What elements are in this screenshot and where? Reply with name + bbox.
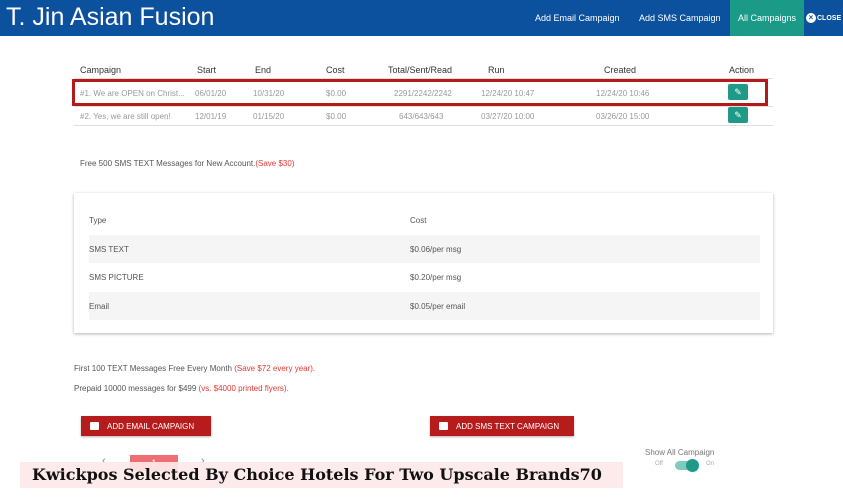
col-total-sent-read: Total/Sent/Read	[388, 65, 453, 75]
close-button[interactable]: × CLOSE	[806, 13, 841, 23]
button-label: ADD EMAIL CAMPAIGN	[107, 421, 195, 431]
nav-add-sms-campaign[interactable]: Add SMS Campaign	[639, 0, 721, 36]
mail-icon	[90, 422, 99, 430]
show-all-label: Show All Campaign	[645, 448, 715, 457]
button-label: ADD SMS TEXT CAMPAIGN	[456, 421, 560, 431]
cell-start: 12/01/19	[195, 112, 227, 121]
toggle-on-label: On	[706, 461, 715, 467]
pricing-row: SMS TEXT $0.06/per msg	[89, 235, 760, 263]
pricing-row: Email $0.05/per email	[89, 292, 760, 320]
nav-all-campaigns[interactable]: All Campaigns	[730, 0, 805, 36]
caption-banner: Kwickpos Selected By Choice Hotels For T…	[20, 462, 623, 488]
free-offer-text: Free 500 SMS TEXT Messages for New Accou…	[80, 159, 295, 168]
cell-created: 03/26/20 15:00	[596, 112, 650, 121]
page-title: T. Jin Asian Fusion	[6, 3, 215, 31]
pricing-header-cost: Cost	[410, 216, 427, 225]
col-run: Run	[488, 65, 505, 75]
highlight-box	[72, 79, 768, 106]
col-action: Action	[729, 65, 755, 75]
cell-cost: $0.00	[326, 112, 347, 121]
col-created: Created	[604, 65, 637, 75]
divider	[74, 125, 773, 126]
col-end: End	[255, 65, 272, 75]
edit-button[interactable]: ✎	[728, 107, 748, 123]
add-sms-campaign-button[interactable]: ADD SMS TEXT CAMPAIGN	[430, 416, 574, 436]
cell-tsr: 643/643/643	[399, 112, 444, 121]
pricing-header-type: Type	[89, 216, 107, 225]
monthly-offer-text: First 100 TEXT Messages Free Every Month…	[74, 364, 316, 373]
prepaid-offer-text: Prepaid 10000 messages for $499 (vs. $40…	[74, 384, 289, 393]
col-campaign: Campaign	[80, 65, 122, 75]
pricing-card: Type Cost SMS TEXT $0.06/per msg SMS PICTU…	[74, 193, 773, 333]
cell-campaign: #2. Yes, we are still open!	[80, 112, 171, 121]
cell-run: 03/27/20 10:00	[481, 112, 535, 121]
close-icon: ×	[806, 13, 816, 23]
show-all-toggle[interactable]	[675, 459, 699, 472]
message-icon	[439, 422, 448, 430]
cell-end: 01/15/20	[253, 112, 285, 121]
close-label: CLOSE	[817, 14, 842, 22]
add-email-campaign-button[interactable]: ADD EMAIL CAMPAIGN	[81, 416, 211, 436]
nav-add-email-campaign[interactable]: Add Email Campaign	[535, 0, 620, 36]
pencil-icon: ✎	[734, 110, 742, 120]
col-cost: Cost	[326, 65, 345, 75]
app-header: T. Jin Asian Fusion Add Email Campaign A…	[0, 0, 843, 36]
toggle-off-label: Off	[655, 461, 663, 467]
divider	[74, 106, 773, 107]
pricing-row: SMS PICTURE $0.20/per msg	[89, 273, 462, 282]
col-start: Start	[197, 65, 217, 75]
